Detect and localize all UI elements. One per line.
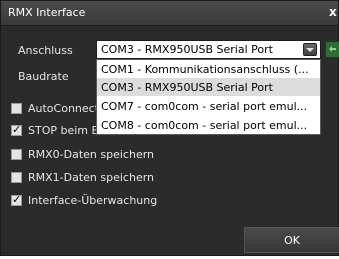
port-option[interactable]: COM7 - com0com - serial port emul... <box>97 97 320 115</box>
interface-monitoring-checkbox[interactable] <box>11 193 22 206</box>
rmx1-save-label: RMX1-Daten speichern <box>28 171 155 184</box>
window-title: RMX Interface <box>8 6 86 19</box>
rmx1-save-checkbox[interactable] <box>11 172 22 183</box>
ok-button[interactable]: OK <box>244 227 339 253</box>
ok-button-label: OK <box>284 234 300 247</box>
rmx0-save-label: RMX0-Daten speichern <box>28 148 155 161</box>
port-select-value: COM3 - RMX950USB Serial Port <box>101 43 273 56</box>
title-bar[interactable]: RMX Interface x <box>1 1 338 26</box>
refresh-icon <box>329 46 336 52</box>
port-select[interactable]: COM3 - RMX950USB Serial Port <box>96 40 321 59</box>
stop-on-exit-checkbox[interactable] <box>11 123 22 136</box>
interface-monitoring-label: Interface-Überwachung <box>28 194 158 207</box>
port-option[interactable]: COM8 - com0com - serial port emul... <box>97 116 320 134</box>
port-option-selected[interactable]: COM3 - RMX950USB Serial Port <box>97 78 320 96</box>
baudrate-label: Baudrate <box>18 70 69 83</box>
close-button[interactable]: x <box>329 5 337 19</box>
port-dropdown-list: COM1 - Kommunikationsanschluss (... COM3… <box>96 59 321 135</box>
autoconnect-checkbox[interactable] <box>11 103 22 114</box>
port-option[interactable]: COM1 - Kommunikationsanschluss (... <box>97 60 320 78</box>
chevron-down-icon[interactable] <box>303 43 317 56</box>
anschluss-label: Anschluss <box>18 44 73 57</box>
rmx0-save-checkbox[interactable] <box>11 149 22 160</box>
rmx-interface-dialog: RMX Interface x Anschluss Baudrate AutoC… <box>0 0 339 256</box>
refresh-ports-button[interactable] <box>325 41 339 58</box>
autoconnect-label: AutoConnect <box>28 102 100 115</box>
